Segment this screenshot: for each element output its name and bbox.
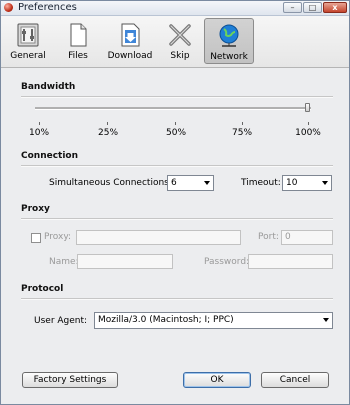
bandwidth-tick-label: 50% <box>165 128 187 138</box>
cancel-button[interactable]: Cancel <box>261 372 329 388</box>
bandwidth-tick-label: 100% <box>295 128 321 138</box>
ok-button[interactable]: OK <box>183 372 251 388</box>
tab-skip[interactable]: Skip <box>163 18 197 64</box>
window-title: Preferences <box>18 2 77 13</box>
protocol-separator <box>21 298 333 300</box>
bandwidth-tick <box>107 122 108 125</box>
bandwidth-heading: Bandwidth <box>21 82 76 92</box>
proxy-password-label: Password: <box>204 257 250 267</box>
timeout-label: Timeout: <box>241 178 281 188</box>
proxy-checkbox[interactable] <box>31 233 41 243</box>
proxy-separator <box>21 218 333 220</box>
tab-skip-label: Skip <box>170 51 190 61</box>
network-globe-icon <box>216 23 242 49</box>
user-agent-label: User Agent: <box>34 316 88 326</box>
protocol-heading: Protocol <box>21 284 64 294</box>
proxy-name-label: Name: <box>49 257 79 267</box>
bandwidth-slider-track[interactable] <box>35 107 311 110</box>
tab-files-label: Files <box>68 51 88 61</box>
proxy-password-field[interactable] <box>248 254 333 269</box>
tab-general[interactable]: General <box>7 18 49 64</box>
chevron-down-icon <box>322 181 328 185</box>
simultaneous-connections-select[interactable]: 6 <box>167 175 214 191</box>
bandwidth-tick-label: 75% <box>231 128 253 138</box>
tab-network-label: Network <box>210 52 248 62</box>
chevron-down-icon <box>323 318 329 322</box>
timeout-select[interactable]: 10 <box>282 175 332 191</box>
preferences-toolbar: General Files Download Skip Network <box>1 16 349 68</box>
user-agent-select[interactable]: Mozilla/3.0 (Macintosh; I; PPC) <box>94 312 333 329</box>
app-icon <box>4 3 13 12</box>
skip-icon <box>167 22 193 48</box>
tab-download[interactable]: Download <box>105 18 155 64</box>
bandwidth-separator <box>21 96 333 98</box>
bandwidth-slider-thumb[interactable] <box>305 103 310 112</box>
connection-heading: Connection <box>21 151 79 161</box>
bandwidth-tick <box>242 122 243 125</box>
proxy-label: Proxy: <box>44 232 72 242</box>
factory-settings-button[interactable]: Factory Settings <box>22 372 118 388</box>
minimize-button[interactable]: – <box>283 2 302 13</box>
tab-network[interactable]: Network <box>204 18 254 64</box>
tab-files[interactable]: Files <box>59 18 97 64</box>
general-prefs-icon <box>15 22 41 48</box>
user-agent-value: Mozilla/3.0 (Macintosh; I; PPC) <box>98 315 234 325</box>
tab-general-label: General <box>10 51 46 61</box>
bandwidth-tick <box>308 122 309 125</box>
simultaneous-connections-label: Simultaneous Connections: <box>49 178 172 188</box>
port-label: Port: <box>258 232 279 242</box>
proxy-heading: Proxy <box>21 204 50 214</box>
bandwidth-tick <box>39 122 40 125</box>
connection-separator <box>21 165 333 167</box>
proxy-host-field[interactable] <box>76 230 241 245</box>
simultaneous-connections-value: 6 <box>171 178 177 188</box>
tab-download-label: Download <box>107 51 153 61</box>
bandwidth-tick-label: 25% <box>97 128 119 138</box>
maximize-button[interactable]: □ <box>303 2 322 13</box>
title-bar[interactable]: Preferences – □ x <box>1 1 349 16</box>
download-icon <box>117 22 143 48</box>
preferences-window: Preferences – □ x General Files Download… <box>0 0 350 405</box>
timeout-value: 10 <box>286 178 298 188</box>
close-button[interactable]: x <box>323 2 347 13</box>
proxy-name-field[interactable] <box>77 254 173 269</box>
proxy-port-field[interactable]: 0 <box>281 230 333 245</box>
bandwidth-tick <box>175 122 176 125</box>
bandwidth-tick-label: 10% <box>28 128 50 138</box>
chevron-down-icon <box>204 181 210 185</box>
file-icon <box>65 22 91 48</box>
